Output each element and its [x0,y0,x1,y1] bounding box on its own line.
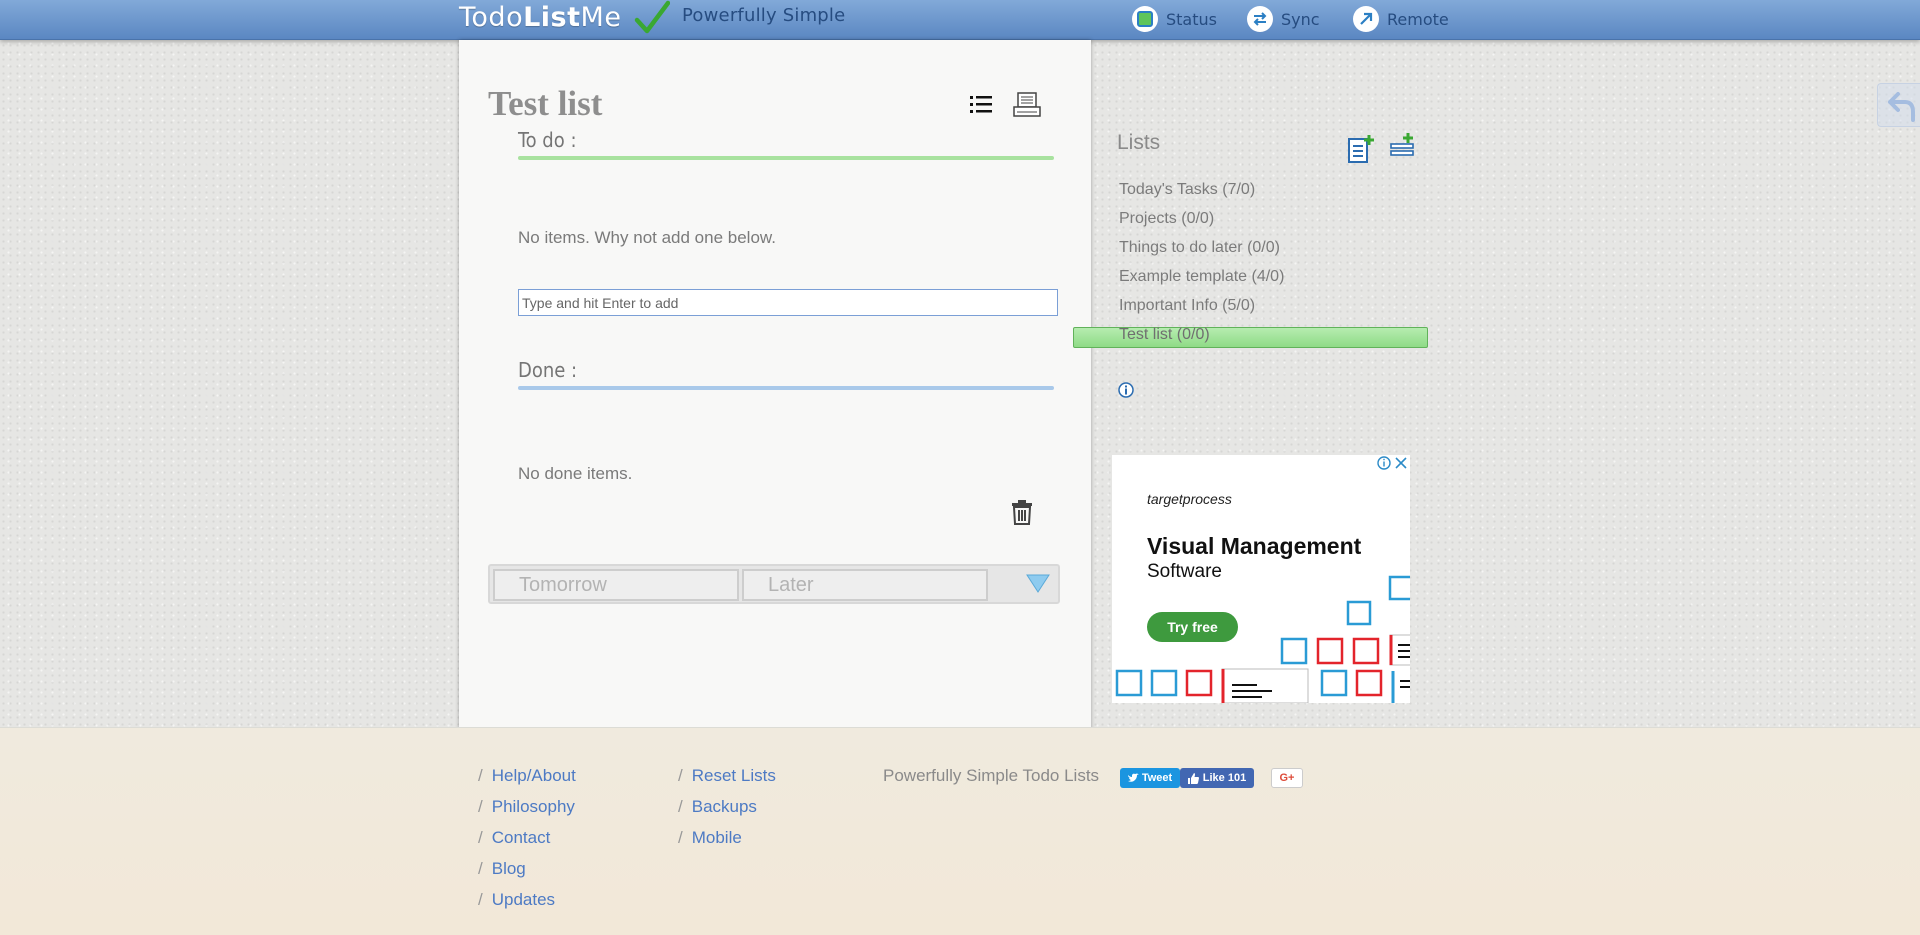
app-logo[interactable]: TodoListMe [459,0,621,40]
logo-list-text: List [523,2,581,33]
sidebar-list-example-template[interactable]: Example template (4/0) [1119,268,1284,286]
ad-headline: Visual Management [1147,533,1362,559]
status-button[interactable]: Status [1132,6,1217,32]
footer-link-blog[interactable]: / Blog [478,859,526,879]
facebook-like-button[interactable]: Like 101 [1180,768,1254,788]
ad-illustration [1115,575,1410,703]
ad-brand: targetprocess [1147,491,1232,507]
footer-link-philosophy[interactable]: / Philosophy [478,797,575,817]
sidebar-list-important-info[interactable]: Important Info (5/0) [1119,297,1255,315]
google-plus-button[interactable]: G+ [1271,768,1303,788]
tab-later[interactable]: Later [742,569,988,601]
back-button[interactable] [1877,83,1920,127]
list-view-icon[interactable] [969,92,993,116]
done-heading: Done : [518,358,578,382]
todo-empty-message: No items. Why not add one below. [518,228,776,247]
logo-todo-text: Todo [459,2,524,33]
footer-link-mobile[interactable]: / Mobile [678,828,742,848]
lists-heading: Lists [1117,131,1161,154]
remote-icon [1353,6,1379,32]
footer-link-updates[interactable]: / Updates [478,890,555,910]
add-list-icon[interactable] [1347,134,1375,164]
like-label: Like 101 [1202,772,1247,784]
info-icon[interactable] [1118,382,1134,398]
sidebar-list-things-later[interactable]: Things to do later (0/0) [1119,239,1280,257]
twitter-bird-icon [1127,773,1139,782]
logo-me-text: Me [580,2,622,33]
sidebar-list-test-list[interactable]: Test list (0/0) [1119,326,1210,344]
tweet-label: Tweet [1141,772,1173,784]
tab-tomorrow[interactable]: Tomorrow [493,569,739,601]
undo-arrow-icon [1888,92,1915,122]
trash-icon[interactable] [1011,500,1033,525]
ad-close-icon[interactable] [1376,455,1410,471]
list-title[interactable]: Test list [488,84,602,124]
sync-button[interactable]: Sync [1247,6,1320,32]
footer: / Help/About / Philosophy / Contact / Blog /… [0,727,1920,935]
footer-link-contact[interactable]: / Contact [478,828,550,848]
sync-label: Sync [1281,9,1320,29]
add-category-icon[interactable] [1390,132,1416,158]
tweet-button[interactable]: Tweet [1120,768,1180,788]
top-bar: TodoListMe Powerfully Simple Status Sync… [0,0,1920,40]
done-divider [518,386,1054,390]
footer-tagline: Powerfully Simple Todo Lists [883,766,1100,785]
remote-label: Remote [1387,9,1449,29]
footer-link-reset-lists[interactable]: / Reset Lists [678,766,776,786]
schedule-tabs: Tomorrow Later [488,564,1060,604]
status-label: Status [1166,9,1217,29]
status-icon [1132,6,1158,32]
sidebar-list-todays-tasks[interactable]: Today's Tasks (7/0) [1119,181,1255,199]
thumbs-up-icon [1187,772,1199,784]
sync-icon [1247,6,1273,32]
checkmark-icon [634,0,670,34]
advertisement[interactable]: targetprocess Visual Management Software… [1112,455,1410,703]
todo-heading: To do : [518,128,577,152]
add-item-input[interactable] [518,289,1058,316]
sidebar-list-projects[interactable]: Projects (0/0) [1119,210,1214,228]
footer-link-backups[interactable]: / Backups [678,797,757,817]
list-panel: Test list To do : No items. Why not add … [459,40,1091,742]
triangle-down-icon[interactable] [1026,574,1050,594]
header-tagline: Powerfully Simple [682,5,846,26]
print-icon[interactable] [1013,92,1041,118]
done-empty-message: No done items. [518,464,633,483]
remote-button[interactable]: Remote [1353,6,1449,32]
todo-divider [518,156,1054,160]
footer-link-help[interactable]: / Help/About [478,766,576,786]
